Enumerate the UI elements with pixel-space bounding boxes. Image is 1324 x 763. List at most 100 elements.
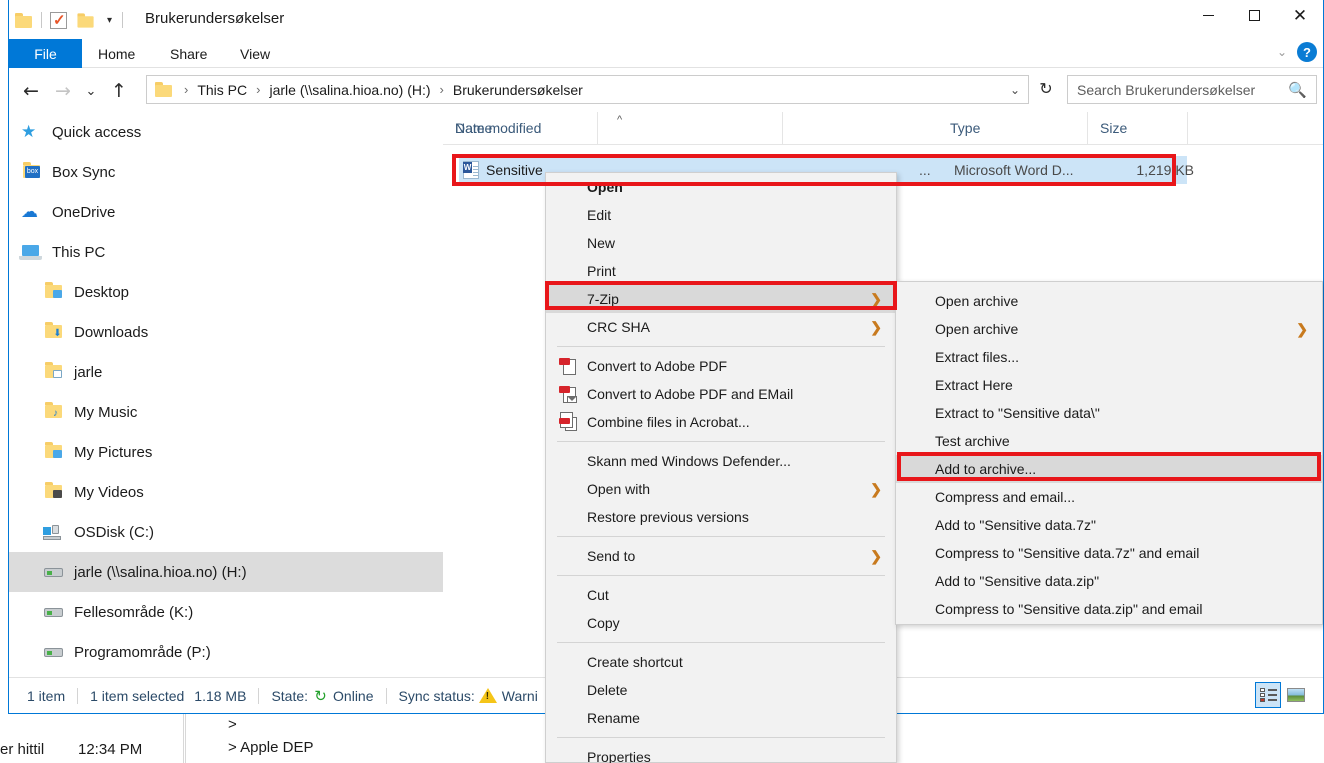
- column-header-type[interactable]: Type: [938, 112, 1088, 144]
- menu-item-print[interactable]: Print: [546, 257, 896, 285]
- menu-item-properties[interactable]: Properties: [546, 743, 896, 763]
- search-icon[interactable]: 🔍: [1288, 81, 1307, 99]
- details-view-button[interactable]: [1255, 682, 1281, 708]
- submenu-item-open-archive-with[interactable]: Open archive ❯: [896, 315, 1322, 343]
- menu-item-convert-to-adobe-pdf[interactable]: Convert to Adobe PDF: [546, 352, 896, 380]
- submenu-item-extract-to-folder[interactable]: Extract to "Sensitive data\": [896, 399, 1322, 427]
- submenu-item-compress-to-7z-and-email[interactable]: Compress to "Sensitive data.7z" and emai…: [896, 539, 1322, 567]
- properties-checklist-icon[interactable]: ✓: [50, 11, 67, 29]
- context-menu[interactable]: Open Edit New Print 7-Zip ❯ CRC SHA ❯ Co…: [545, 172, 897, 763]
- navigation-pane[interactable]: ★ Quick access box Box Sync ☁ OneDrive T…: [9, 112, 443, 677]
- navigation-buttons: ← → ⌄ ↑: [15, 77, 135, 105]
- menu-item-restore-previous-versions[interactable]: Restore previous versions: [546, 503, 896, 531]
- maximize-button[interactable]: [1231, 0, 1277, 30]
- menu-item-open[interactable]: Open: [546, 173, 896, 201]
- word-document-icon: W: [463, 161, 479, 179]
- sidebar-item-desktop[interactable]: Desktop: [9, 272, 443, 312]
- desktop-folder-icon: [43, 282, 65, 302]
- sidebar-item-osdisk-c[interactable]: OSDisk (C:): [9, 512, 443, 552]
- submenu-item-add-to-7z[interactable]: Add to "Sensitive data.7z": [896, 511, 1322, 539]
- sidebar-item-my-music[interactable]: ♪ My Music: [9, 392, 443, 432]
- menu-item-create-shortcut[interactable]: Create shortcut: [546, 648, 896, 676]
- sync-online-icon: ↻: [312, 687, 330, 705]
- chevron-right-icon: ❯: [870, 547, 882, 564]
- minimize-button[interactable]: [1185, 0, 1231, 30]
- tab-home[interactable]: Home: [82, 39, 151, 68]
- help-icon[interactable]: ?: [1297, 42, 1317, 62]
- sidebar-item-jarle-network-drive[interactable]: jarle (\\salina.hioa.no) (H:): [9, 552, 443, 592]
- breadcrumb-item-current[interactable]: Brukerundersøkelser: [451, 82, 585, 98]
- submenu-item-test-archive[interactable]: Test archive: [896, 427, 1322, 455]
- forward-button[interactable]: →: [47, 77, 79, 105]
- submenu-item-compress-to-zip-and-email[interactable]: Compress to "Sensitive data.zip" and ema…: [896, 595, 1322, 623]
- tab-share[interactable]: Share: [154, 39, 223, 68]
- menu-item-edit[interactable]: Edit: [546, 201, 896, 229]
- recent-locations-button[interactable]: ⌄: [79, 77, 103, 105]
- menu-item-crc-sha[interactable]: CRC SHA ❯: [546, 313, 896, 341]
- back-button[interactable]: ←: [15, 77, 47, 105]
- menu-separator: [557, 737, 885, 738]
- submenu-item-add-to-archive[interactable]: Add to archive...: [896, 455, 1322, 483]
- sidebar-item-fellesomrade-k[interactable]: Fellesområde (K:): [9, 592, 443, 632]
- menu-item-copy[interactable]: Copy: [546, 609, 896, 637]
- tab-view[interactable]: View: [224, 39, 286, 68]
- search-input[interactable]: Search Brukerundersøkelser 🔍: [1067, 75, 1317, 104]
- breadcrumb-item-this-pc[interactable]: This PC: [195, 82, 249, 98]
- menu-separator: [557, 642, 885, 643]
- menu-item-convert-to-adobe-pdf-and-email[interactable]: Convert to Adobe PDF and EMail: [546, 380, 896, 408]
- sidebar-item-label: Downloads: [74, 323, 149, 341]
- sidebar-item-my-pictures[interactable]: My Pictures: [9, 432, 443, 472]
- submenu-item-extract-files[interactable]: Extract files...: [896, 343, 1322, 371]
- sidebar-item-box-sync[interactable]: box Box Sync: [9, 152, 443, 192]
- submenu-item-extract-here[interactable]: Extract Here: [896, 371, 1322, 399]
- chevron-down-icon[interactable]: ▾: [107, 15, 112, 26]
- column-header-size[interactable]: Size: [1088, 112, 1188, 144]
- breadcrumb-item-jarle[interactable]: jarle (\\salina.hioa.no) (H:): [267, 82, 432, 98]
- tab-file[interactable]: File: [9, 39, 82, 68]
- menu-item-cut[interactable]: Cut: [546, 581, 896, 609]
- menu-item-send-to[interactable]: Send to ❯: [546, 542, 896, 570]
- new-folder-icon[interactable]: [77, 12, 94, 28]
- divider: [77, 687, 79, 704]
- breadcrumb-separator: ›: [439, 82, 444, 97]
- column-header-date-modified[interactable]: Date modified: [443, 112, 598, 144]
- sidebar-item-programomrade-p[interactable]: Programområde (P:): [9, 632, 443, 672]
- window-title: Brukerundersøkelser: [145, 10, 285, 27]
- menu-item-open-with[interactable]: Open with ❯: [546, 475, 896, 503]
- breadcrumb[interactable]: › This PC › jarle (\\salina.hioa.no) (H:…: [146, 75, 1029, 104]
- refresh-button[interactable]: ↻: [1034, 77, 1058, 101]
- sidebar-item-label: Desktop: [74, 283, 130, 301]
- file-size: 1,219 KB: [1136, 162, 1194, 178]
- close-button[interactable]: ✕: [1277, 0, 1323, 30]
- sidebar-item-jarle-documents[interactable]: jarle: [9, 352, 443, 392]
- chevron-down-icon[interactable]: ⌄: [1010, 83, 1020, 97]
- submenu-item-open-archive[interactable]: Open archive: [896, 287, 1322, 315]
- title-bar: ✓ ▾ Brukerundersøkelser ✕: [9, 0, 1323, 39]
- submenu-item-compress-and-email[interactable]: Compress and email...: [896, 483, 1322, 511]
- status-selection-size: 1.18 MB: [194, 687, 247, 704]
- large-icons-view-button[interactable]: [1283, 682, 1309, 708]
- background-line-2: > Apple DEP: [228, 739, 314, 756]
- submenu-7-zip[interactable]: Open archive Open archive ❯ Extract file…: [895, 281, 1323, 625]
- view-mode-buttons: [1255, 682, 1309, 708]
- menu-item-new[interactable]: New: [546, 229, 896, 257]
- sidebar-item-onedrive[interactable]: ☁ OneDrive: [9, 192, 443, 232]
- chevron-down-icon[interactable]: ⌄: [1277, 45, 1287, 59]
- menu-item-scan-with-windows-defender[interactable]: Skann med Windows Defender...: [546, 447, 896, 475]
- sidebar-item-downloads[interactable]: ⬇ Downloads: [9, 312, 443, 352]
- sidebar-item-my-videos[interactable]: My Videos: [9, 472, 443, 512]
- menu-item-rename[interactable]: Rename: [546, 704, 896, 732]
- sidebar-item-this-pc[interactable]: This PC: [9, 232, 443, 272]
- network-drive-icon: [43, 562, 65, 582]
- up-button[interactable]: ↑: [103, 77, 135, 105]
- menu-item-7-zip[interactable]: 7-Zip ❯: [546, 285, 896, 313]
- folder-icon[interactable]: [15, 12, 33, 28]
- file-name: Sensitive: [486, 162, 543, 178]
- quick-access-toolbar: ✓ ▾: [15, 8, 131, 32]
- sidebar-item-quick-access[interactable]: ★ Quick access: [9, 112, 443, 152]
- menu-item-combine-files-in-acrobat[interactable]: Combine files in Acrobat...: [546, 408, 896, 436]
- submenu-item-add-to-zip[interactable]: Add to "Sensitive data.zip": [896, 567, 1322, 595]
- sidebar-item-label: My Videos: [74, 483, 144, 501]
- menu-item-delete[interactable]: Delete: [546, 676, 896, 704]
- chevron-right-icon: ❯: [1296, 320, 1308, 337]
